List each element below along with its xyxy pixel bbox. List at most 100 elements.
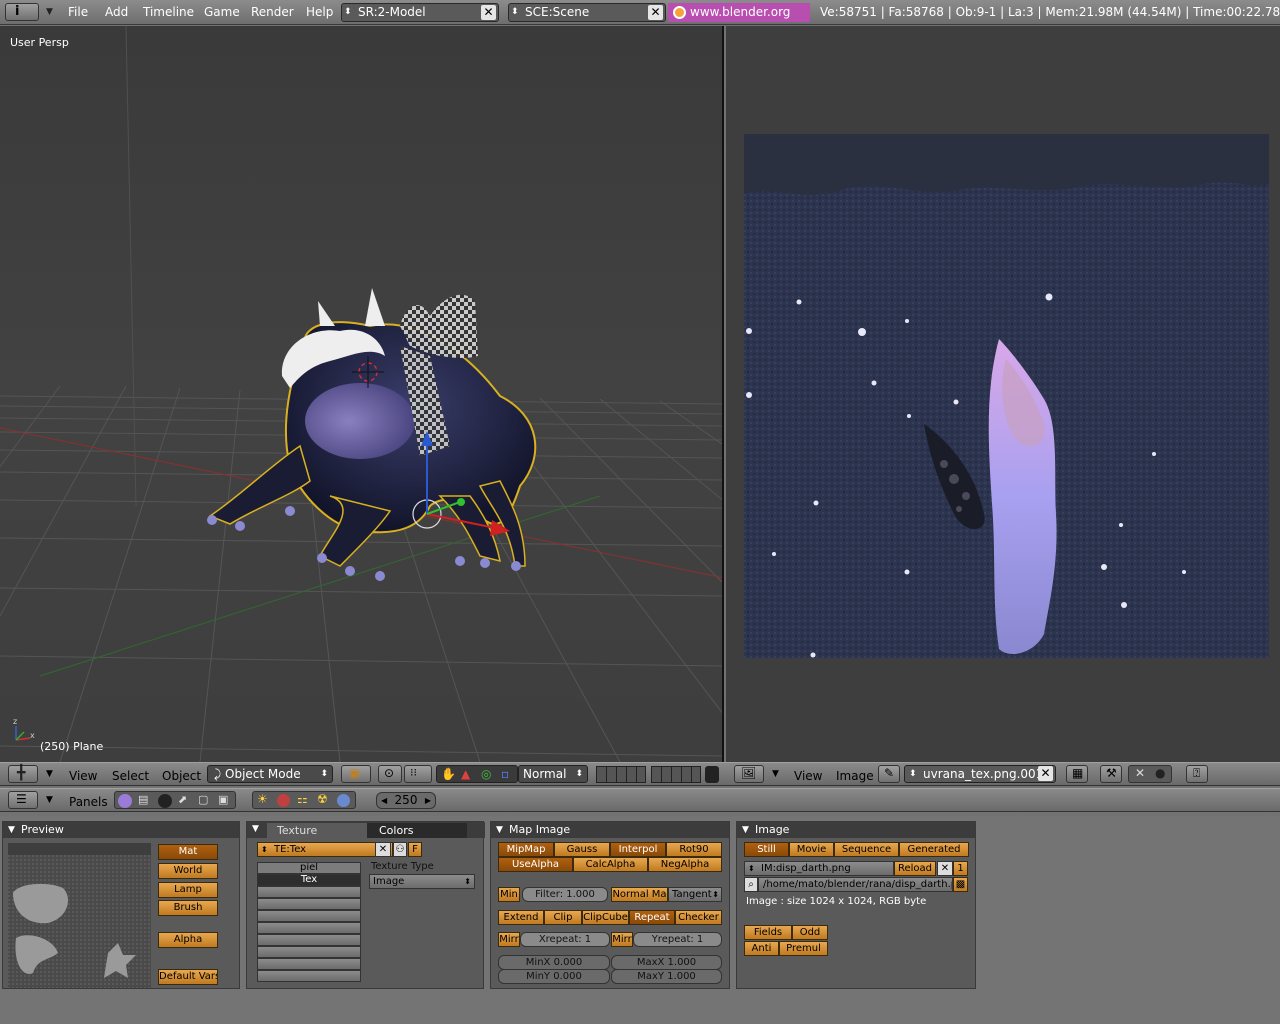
usealpha-button[interactable]: UseAlpha <box>498 857 573 872</box>
mirror-y-button[interactable]: Mirr <box>611 932 633 947</box>
shading-icon[interactable] <box>158 794 172 808</box>
decrement-icon[interactable]: ◀ <box>381 793 387 808</box>
preview-mat-button[interactable]: Mat <box>158 844 218 860</box>
panels-label[interactable]: Panels <box>69 795 108 809</box>
reload-button[interactable]: Reload <box>894 861 936 876</box>
image-name-field[interactable]: ⬍ IM:disp_darth.png <box>744 861 894 876</box>
world-icon[interactable] <box>337 794 350 807</box>
editor-type-button[interactable]: ☰ <box>8 791 38 809</box>
scene-icon[interactable]: ▣ <box>218 793 228 806</box>
texture-clear-button[interactable]: ✕ <box>375 842 391 857</box>
tab-texture[interactable]: Texture <box>267 823 367 838</box>
mode-selector[interactable]: ⤸ Object Mode ⬍ <box>207 765 333 783</box>
interpol-button[interactable]: Interpol <box>610 842 666 857</box>
lock-button[interactable]: ⍰ <box>1186 765 1208 783</box>
menu-object[interactable]: Object <box>162 769 201 783</box>
image-selector[interactable]: ⬍ uvrana_tex.png.001 ✕ <box>904 765 1056 783</box>
calcalpha-button[interactable]: CalcAlpha <box>573 857 648 872</box>
orientation-selector[interactable]: Normal ⬍ <box>518 765 588 783</box>
editing-icon[interactable]: ▢ <box>198 793 208 806</box>
minx-field[interactable]: MinX 0.000 <box>498 955 610 970</box>
source-generated-button[interactable]: Generated <box>899 842 969 857</box>
texture-icon[interactable]: ⚏ <box>297 792 308 806</box>
close-icon[interactable]: ✕ <box>1038 766 1053 781</box>
increment-icon[interactable]: ▶ <box>425 793 431 808</box>
source-movie-button[interactable]: Movie <box>789 842 834 857</box>
anti-button[interactable]: Anti <box>744 941 779 956</box>
3d-viewport[interactable]: z x <box>0 26 724 762</box>
texture-slot-empty[interactable] <box>257 898 361 910</box>
source-sequence-button[interactable]: Sequence <box>834 842 899 857</box>
negalpha-button[interactable]: NegAlpha <box>648 857 722 872</box>
panel-title[interactable]: Preview <box>3 822 239 838</box>
zbuf-icon[interactable]: ● <box>1155 766 1165 780</box>
texture-slot-empty[interactable] <box>257 910 361 922</box>
close-icon[interactable]: ✕ <box>481 5 496 20</box>
source-still-button[interactable]: Still <box>744 842 789 857</box>
layer-buttons-left[interactable] <box>596 766 646 783</box>
tab-colors[interactable]: Colors <box>367 823 467 838</box>
users-count[interactable]: 1 <box>953 861 968 876</box>
menu-game[interactable]: Game <box>204 5 240 19</box>
texture-type-selector[interactable]: Image ⬍ <box>369 874 475 889</box>
pack-icon[interactable]: ▩ <box>953 877 968 892</box>
menu-image[interactable]: Image <box>836 769 874 783</box>
rotate-icon[interactable]: ◎ <box>481 766 491 782</box>
texture-slot-empty[interactable] <box>257 886 361 898</box>
pivot-button[interactable]: ⊙ <box>378 765 402 783</box>
alpha-icon[interactable]: ✕ <box>1135 766 1145 780</box>
material-icon[interactable] <box>277 794 290 807</box>
panel-title[interactable]: Map Image <box>491 822 729 838</box>
close-icon[interactable]: ✕ <box>648 5 663 20</box>
pack-image-button[interactable]: ▦ <box>1066 765 1088 783</box>
texture-slot-empty[interactable] <box>257 958 361 970</box>
draw-type-button[interactable]: ▣ <box>341 765 371 783</box>
menu-file[interactable]: File <box>68 5 88 19</box>
blender-url-link[interactable]: www.blender.org 246 <box>668 3 810 38</box>
editor-type-button[interactable]: i <box>5 3 39 21</box>
collapse-menu-icon[interactable]: ▼ <box>772 769 779 779</box>
collapse-menu-icon[interactable]: ▼ <box>46 7 53 17</box>
clip-button[interactable]: Clip <box>544 910 582 925</box>
filter-field[interactable]: Filter: 1.000 <box>522 887 608 902</box>
texture-f-button[interactable]: F <box>408 842 422 857</box>
texture-slot-empty[interactable] <box>257 946 361 958</box>
menu-timeline[interactable]: Timeline <box>143 5 194 19</box>
preview-lamp-button[interactable]: Lamp <box>158 882 218 898</box>
mirror-x-button[interactable]: Mirr <box>498 932 520 947</box>
radiosity-icon[interactable]: ☢ <box>317 792 328 806</box>
collapse-icon[interactable]: ▼ <box>252 824 259 834</box>
panel-title[interactable]: Image <box>737 822 975 838</box>
layer-buttons-right[interactable] <box>651 766 701 783</box>
layer-lock-button[interactable]: ⁝⁝ <box>404 765 432 783</box>
maxy-field[interactable]: MaxY 1.000 <box>611 969 722 984</box>
clipcube-button[interactable]: ClipCube <box>582 910 629 925</box>
texture-slot-piel[interactable]: piel <box>257 862 361 874</box>
fake-user-icon[interactable]: ⚇ <box>393 842 407 857</box>
translate-icon[interactable]: ▲ <box>461 766 470 782</box>
frame-field[interactable]: ◀ 250 ▶ <box>376 792 436 809</box>
min-button[interactable]: Min <box>498 887 520 902</box>
maxx-field[interactable]: MaxX 1.000 <box>611 955 722 970</box>
odd-button[interactable]: Odd <box>792 925 828 940</box>
file-browse-icon[interactable]: ⌕ <box>744 877 758 892</box>
collapse-menu-icon[interactable]: ▼ <box>46 795 53 805</box>
normal-space-selector[interactable]: Tangent ⬍ <box>668 887 722 902</box>
hand-icon[interactable]: ✋ <box>441 766 456 782</box>
scene-selector[interactable]: ⬍ SCE:Scene ✕ <box>508 3 666 22</box>
scale-icon[interactable]: ▫ <box>501 766 509 782</box>
menu-help[interactable]: Help <box>306 5 333 19</box>
checker-button[interactable]: Checker <box>675 910 722 925</box>
logic-icon[interactable] <box>118 794 132 808</box>
editor-type-button[interactable]: ╋ <box>8 765 38 783</box>
editor-type-button[interactable]: 🖼 <box>734 765 764 783</box>
extend-button[interactable]: Extend <box>498 910 544 925</box>
menu-view[interactable]: View <box>794 769 822 783</box>
texture-slot-empty[interactable] <box>257 934 361 946</box>
premul-button[interactable]: Premul <box>779 941 828 956</box>
miny-field[interactable]: MinY 0.000 <box>498 969 610 984</box>
menu-select[interactable]: Select <box>112 769 149 783</box>
xrepeat-field[interactable]: Xrepeat: 1 <box>520 932 610 947</box>
script-icon[interactable]: ▤ <box>138 793 148 806</box>
uv-sync-button[interactable]: ⚒ <box>1100 765 1122 783</box>
